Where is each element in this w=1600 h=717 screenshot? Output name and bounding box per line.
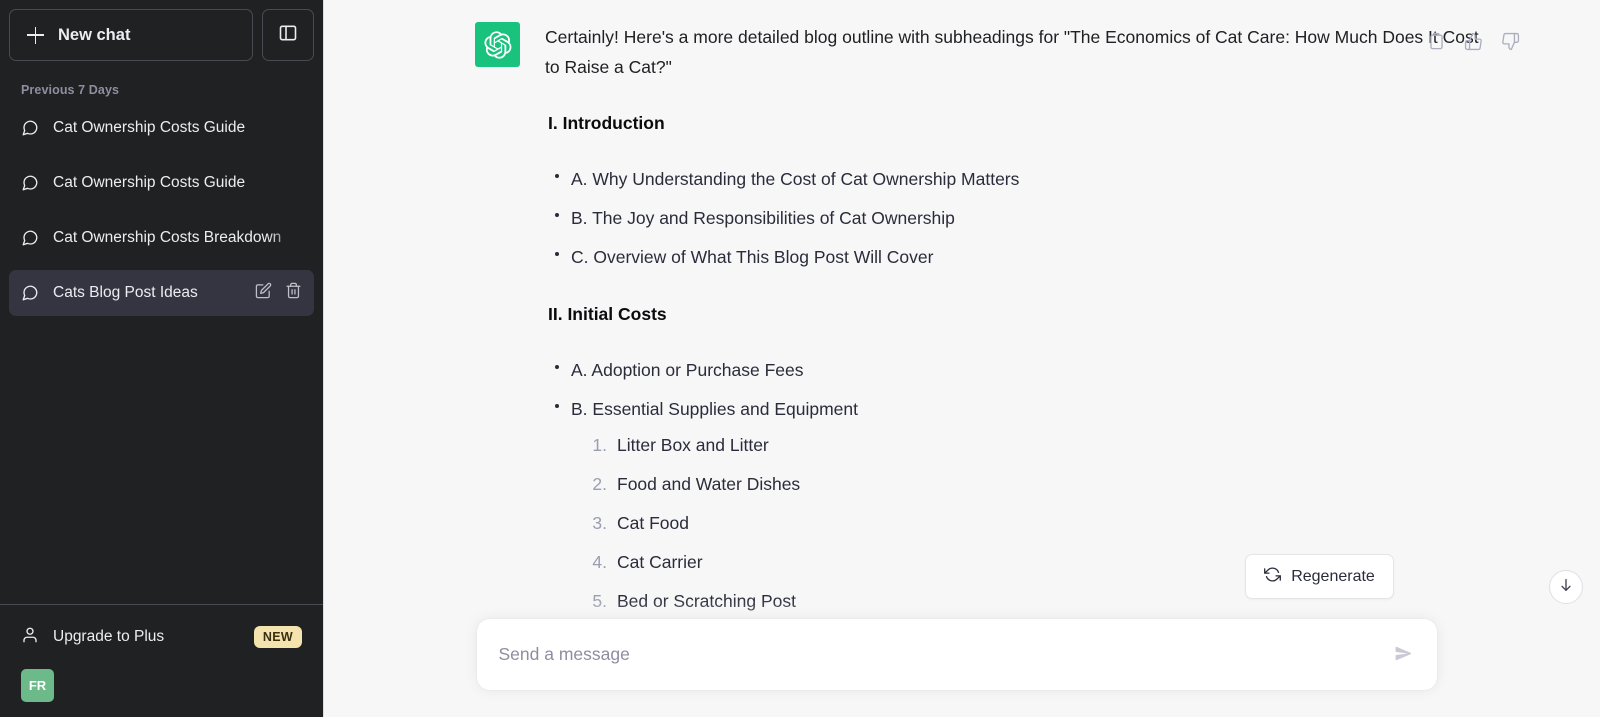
list-number: 4. <box>592 552 607 573</box>
sidebar-main-divider <box>323 0 324 717</box>
sidebar-chat-item-3-selected[interactable]: Cats Blog Post Ideas <box>9 270 314 316</box>
list-item: A. Why Understanding the Cost of Cat Own… <box>545 164 1480 194</box>
sidebar-footer: Upgrade to Plus NEW FR <box>0 604 323 717</box>
arrow-down-icon <box>1558 577 1574 598</box>
message-bubble-icon <box>21 284 39 302</box>
new-chat-label: New chat <box>58 25 131 44</box>
message-composer[interactable] <box>476 619 1437 690</box>
send-message-button[interactable] <box>1387 638 1421 672</box>
new-chat-button[interactable]: New chat <box>9 9 253 61</box>
thumbs-up-icon[interactable] <box>1462 30 1485 58</box>
scroll-to-bottom-button[interactable] <box>1549 570 1583 604</box>
pencil-icon[interactable] <box>255 282 272 304</box>
list-item-text: A. Why Understanding the Cost of Cat Own… <box>571 169 1020 190</box>
list-item-text: Cat Carrier <box>617 552 703 573</box>
sidebar-chat-title: Cat Ownership Costs Breakdown <box>53 229 282 246</box>
list-item-text: C. Overview of What This Blog Post Will … <box>571 247 934 268</box>
list-number: 2. <box>592 473 607 494</box>
assistant-message: Certainly! Here's a more detailed blog o… <box>323 0 1600 642</box>
message-bubble-icon <box>21 229 39 247</box>
list-item: 2. Food and Water Dishes <box>583 469 1480 499</box>
section-heading-2: II. Initial Costs <box>548 303 667 324</box>
sidebar-chat-item-0[interactable]: Cat Ownership Costs Guide <box>9 105 314 151</box>
list-item-text: A. Adoption or Purchase Fees <box>571 359 804 380</box>
sidebar-chat-title: Cat Ownership Costs Guide <box>53 174 246 191</box>
list-item: B. The Joy and Responsibilities of Cat O… <box>545 203 1480 233</box>
message-input[interactable] <box>498 620 1387 689</box>
refresh-icon <box>1264 566 1282 588</box>
avatar: FR <box>21 668 54 702</box>
send-arrow-icon <box>1394 644 1413 666</box>
section-1-bullet-list: A. Why Understanding the Cost of Cat Own… <box>545 164 1480 272</box>
regenerate-button[interactable]: Regenerate <box>1245 554 1394 599</box>
list-item-text: B. Essential Supplies and Equipment <box>571 398 858 419</box>
sidebar-chat-title: Cat Ownership Costs Guide <box>53 119 246 136</box>
composer-container <box>323 619 1600 717</box>
message-bubble-icon <box>21 119 39 137</box>
chat-history-list[interactable]: Previous 7 Days Cat Ownership Costs Guid… <box>0 73 323 604</box>
list-item: 1. Litter Box and Litter <box>583 430 1480 460</box>
person-icon <box>21 626 39 649</box>
sidebar: New chat Previous 7 Days Cat Ownership C… <box>0 0 323 717</box>
list-number: 5. <box>592 591 607 612</box>
list-item: 3. Cat Food <box>583 508 1480 538</box>
plus-icon <box>27 26 44 44</box>
message-scroll-container[interactable]: Certainly! Here's a more detailed blog o… <box>323 0 1600 717</box>
bullet-dot <box>555 403 559 408</box>
new-badge: NEW <box>253 626 302 648</box>
assistant-message-body: Certainly! Here's a more detailed blog o… <box>545 22 1480 642</box>
list-item-text: Food and Water Dishes <box>617 473 801 494</box>
list-item-text: Bed or Scratching Post <box>617 591 796 612</box>
sidebar-chat-item-1[interactable]: Cat Ownership Costs Guide <box>9 160 314 206</box>
history-section-label: Previous 7 Days <box>21 83 120 97</box>
clipboard-copy-icon[interactable] <box>1425 30 1448 58</box>
list-item-text: Litter Box and Litter <box>617 434 769 455</box>
list-item: A. Adoption or Purchase Fees <box>545 355 1480 385</box>
regenerate-label: Regenerate <box>1291 567 1375 585</box>
bullet-dot <box>555 174 559 179</box>
bullet-dot <box>555 364 559 369</box>
sidebar-panel-toggle-button[interactable] <box>262 9 314 61</box>
list-number: 1. <box>592 434 607 455</box>
list-item-text: B. The Joy and Responsibilities of Cat O… <box>571 208 955 229</box>
sidebar-header: New chat <box>0 0 323 61</box>
thumbs-down-icon[interactable] <box>1499 30 1522 58</box>
list-item: C. Overview of What This Blog Post Will … <box>545 242 1480 272</box>
trash-icon[interactable] <box>285 282 302 304</box>
sidebar-chat-title: Cats Blog Post Ideas <box>53 284 198 301</box>
chat-row-actions <box>255 282 302 304</box>
upgrade-label: Upgrade to Plus <box>53 628 165 645</box>
main-conversation-area: Certainly! Here's a more detailed blog o… <box>323 0 1600 717</box>
message-action-buttons <box>1425 30 1522 58</box>
sidebar-chat-item-2[interactable]: Cat Ownership Costs Breakdown <box>9 215 314 261</box>
bullet-dot <box>555 252 559 257</box>
chatgpt-app-window: New chat Previous 7 Days Cat Ownership C… <box>0 0 1600 717</box>
bullet-dot <box>555 213 559 218</box>
message-intro-paragraph: Certainly! Here's a more detailed blog o… <box>545 27 1479 78</box>
upgrade-to-plus-button[interactable]: Upgrade to Plus NEW <box>9 614 314 660</box>
openai-logo-icon <box>475 22 520 67</box>
list-number: 3. <box>592 513 607 534</box>
list-item-text: Cat Food <box>617 513 689 534</box>
sidebar-panel-icon <box>278 23 298 48</box>
message-bubble-icon <box>21 174 39 192</box>
user-account-row[interactable]: FR <box>9 662 314 708</box>
section-heading-1: I. Introduction <box>548 113 665 134</box>
